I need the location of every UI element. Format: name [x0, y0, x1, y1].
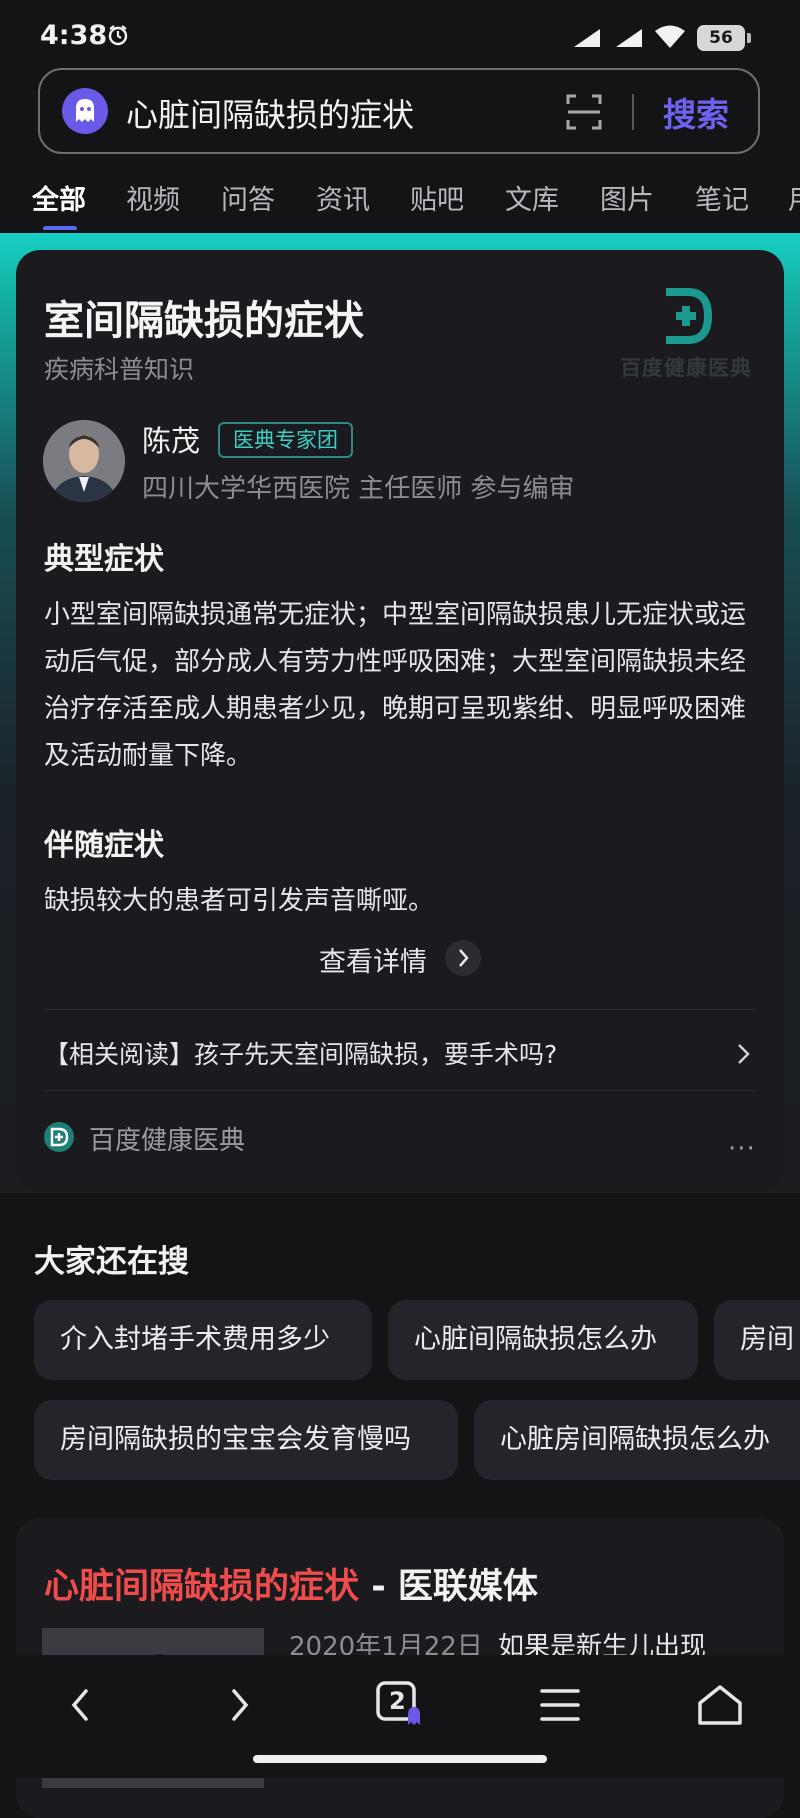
baidu-health-logo: 百度健康医典 [606, 286, 766, 386]
accompanying-symptoms-text: 缺损较大的患者可引发声音嘶哑。 [44, 886, 435, 916]
more-options-icon[interactable]: ··· [728, 1134, 756, 1164]
tab-notes[interactable]: 笔记 [695, 178, 749, 217]
chevron-right-icon[interactable] [734, 1040, 754, 1068]
alarm-icon [108, 25, 128, 46]
health-logo-icon [666, 288, 713, 344]
doctor-avatar[interactable] [43, 420, 125, 502]
divider [44, 1090, 756, 1091]
battery-nub [747, 33, 751, 43]
suggestion-chip[interactable]: 房间隔缺损的宝宝会发育慢吗 [34, 1400, 458, 1480]
view-details-link[interactable]: 查看详情 [319, 940, 427, 979]
tab-all[interactable]: 全部 [32, 178, 86, 217]
tab-news[interactable]: 资讯 [316, 178, 370, 217]
source-logo-icon [44, 1122, 74, 1152]
menu-icon [540, 1689, 580, 1721]
scan-icon[interactable] [564, 92, 604, 132]
result-title-highlight: 心脏间隔缺损的症状 [44, 1567, 360, 1607]
result-title[interactable]: 心脏间隔缺损的症状 - 医联媒体 [44, 1558, 538, 1609]
status-bar: 4:38 56 [0, 0, 800, 62]
doctor-info: 四川大学华西医院 主任医师 参与编审 [142, 474, 575, 504]
search-divider [632, 94, 634, 130]
card-subtitle: 疾病科普知识 [44, 355, 195, 384]
source-name[interactable]: 百度健康医典 [89, 1120, 245, 1157]
chevron-left-icon [71, 1689, 88, 1721]
home-icon [698, 1685, 742, 1725]
card-title[interactable]: 室间隔缺损的症状 [44, 288, 364, 346]
status-time: 4:38 [40, 20, 108, 51]
health-knowledge-card: 室间隔缺损的症状 疾病科普知识 百度健康医典 陈茂 医典专家团 四川大学华西医院… [16, 250, 784, 1192]
search-bar: 心脏间隔缺损的症状 搜索 [38, 68, 760, 154]
tab-wenku[interactable]: 文库 [505, 178, 559, 217]
divider [44, 1009, 756, 1010]
wifi-icon [655, 25, 685, 48]
tab-count: 2 [389, 1687, 406, 1715]
expert-badge: 医典专家团 [218, 422, 353, 458]
search-button[interactable]: 搜索 [663, 88, 729, 136]
back-button[interactable] [50, 1675, 110, 1735]
doctor-name[interactable]: 陈茂 [142, 418, 200, 460]
signal-icon [616, 29, 642, 47]
tabs-button[interactable]: 2 [370, 1675, 440, 1735]
suggestion-chip[interactable]: 心脏房间隔缺损怎么办 [474, 1400, 800, 1480]
home-button[interactable] [690, 1675, 750, 1735]
home-indicator[interactable] [253, 1755, 547, 1763]
signal-icon [574, 29, 600, 47]
ghost-avatar-icon[interactable] [62, 88, 108, 134]
suggestion-chip[interactable]: 介入封堵手术费用多少 [34, 1300, 372, 1380]
related-reading-link[interactable]: 【相关阅读】孩子先天室间隔缺损，要手术吗? [44, 1035, 756, 1071]
forward-button[interactable] [210, 1675, 270, 1735]
tab-qa[interactable]: 问答 [221, 178, 275, 217]
active-tab-indicator [43, 226, 77, 230]
result-title-source: - 医联媒体 [359, 1567, 538, 1607]
suggestion-chip[interactable]: 心脏间隔缺损怎么办 [388, 1300, 698, 1380]
search-input[interactable]: 心脏间隔缺损的症状 [126, 90, 414, 136]
section-heading-typical: 典型症状 [44, 542, 164, 577]
typical-symptoms-text: 小型室间隔缺损通常无症状；中型室间隔缺损患儿无症状或运动后气促，部分成人有劳力性… [44, 600, 747, 771]
others-search-title: 大家还在搜 [34, 1244, 189, 1280]
logo-text: 百度健康医典 [620, 356, 752, 380]
chevron-right-icon[interactable] [445, 940, 481, 976]
tab-more[interactable]: 用 [788, 178, 800, 217]
tab-video[interactable]: 视频 [126, 178, 180, 217]
category-tabs: 全部 视频 问答 资讯 贴吧 文库 图片 笔记 用 [0, 172, 800, 230]
suggestion-chip[interactable]: 房间 [714, 1300, 800, 1380]
chevron-right-icon [232, 1689, 249, 1721]
battery-icon: 56 [697, 25, 745, 51]
section-heading-accompanying: 伴随症状 [44, 828, 164, 863]
tab-images[interactable]: 图片 [600, 178, 654, 217]
tab-tieba[interactable]: 贴吧 [410, 178, 464, 217]
menu-button[interactable] [530, 1675, 590, 1735]
